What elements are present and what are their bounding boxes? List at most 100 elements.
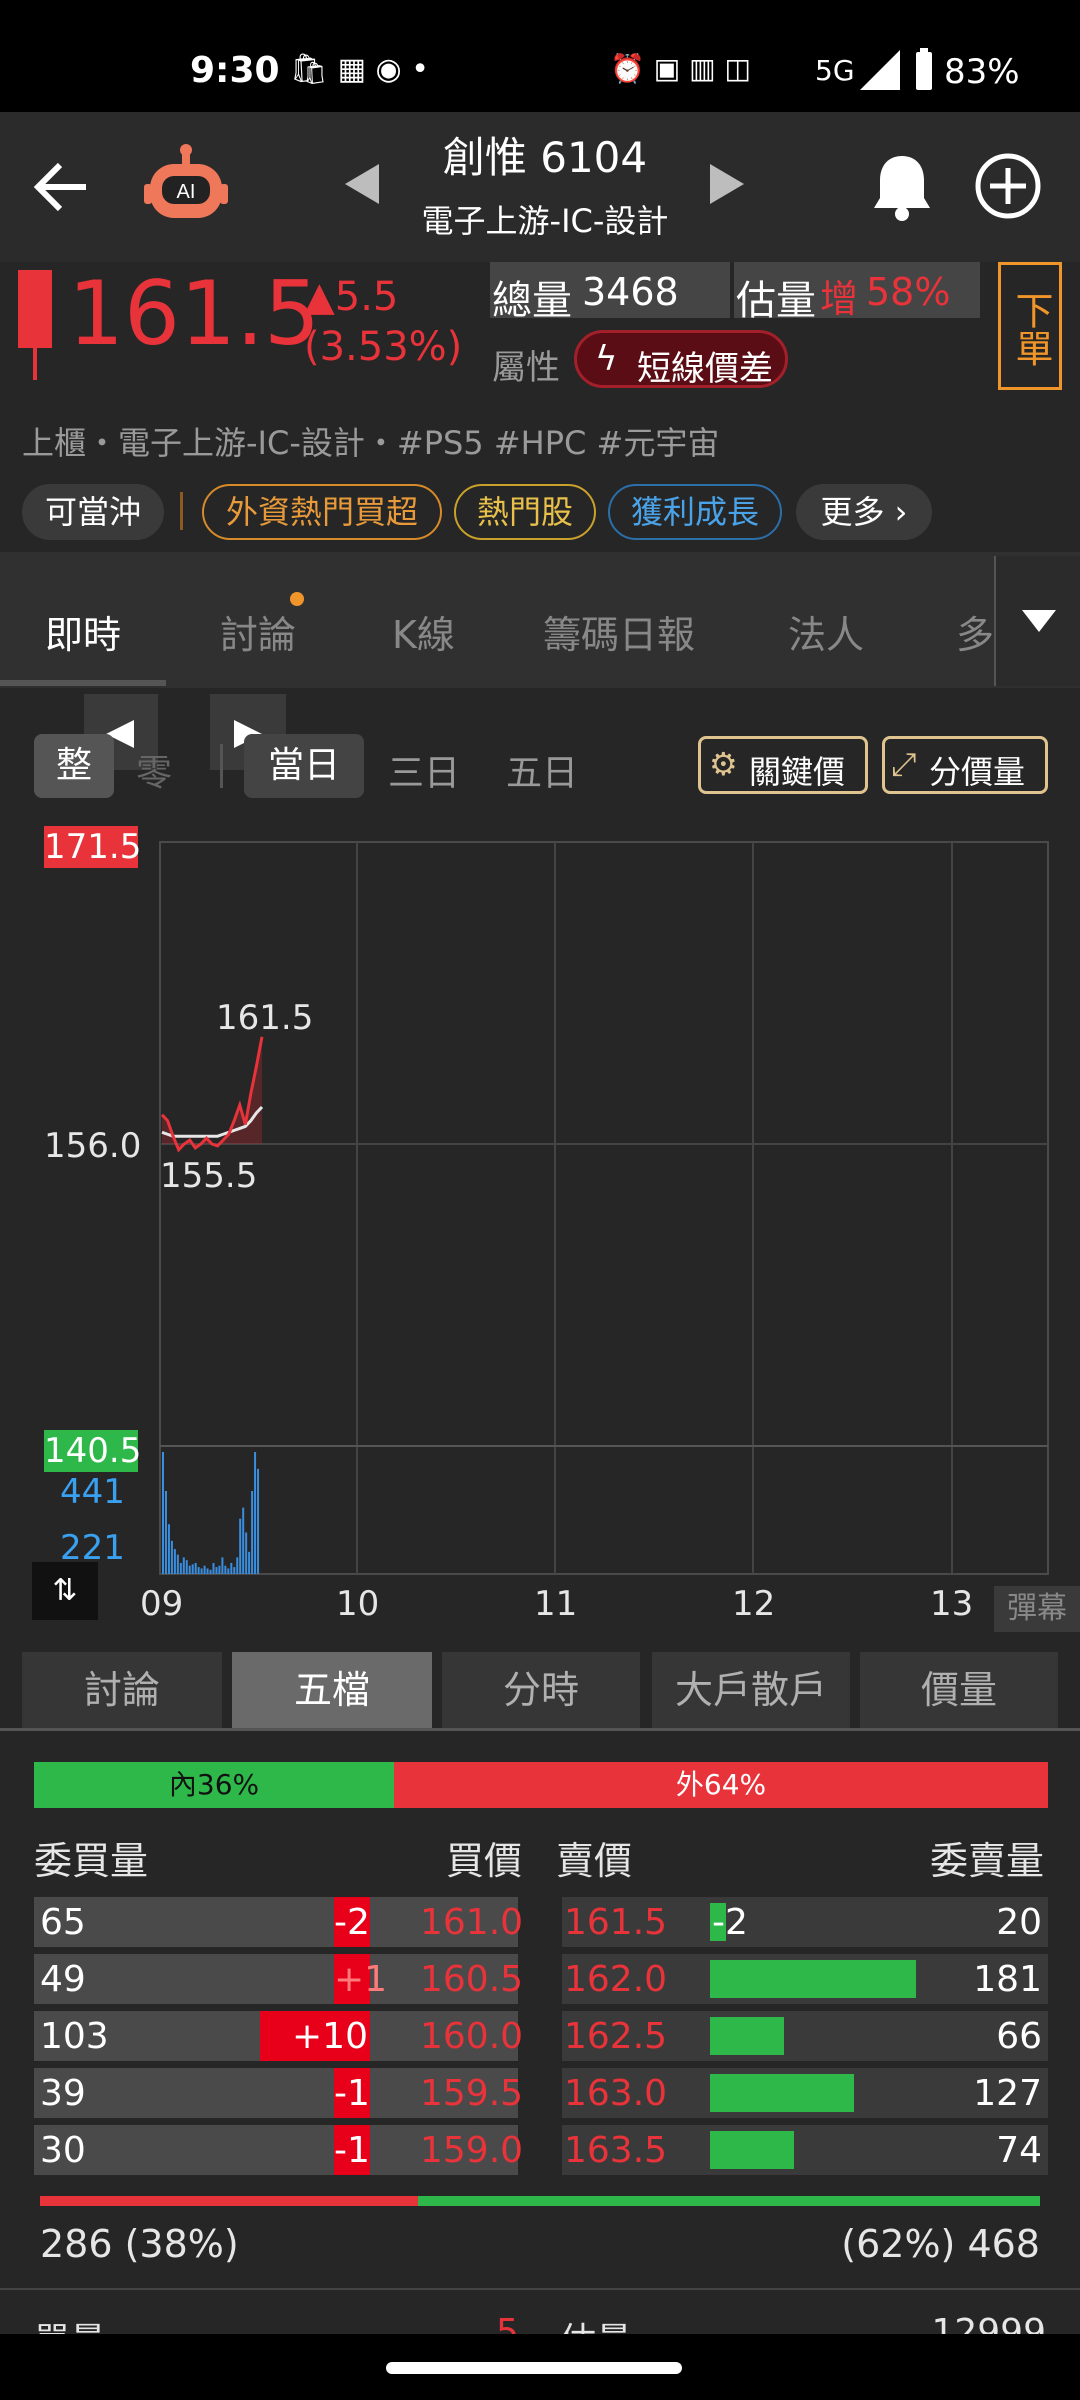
- ask-volume-bar: [710, 2131, 794, 2169]
- ask-qty: 66: [996, 2016, 1042, 2057]
- volume-bar: [179, 1562, 182, 1574]
- ask-total: (62%) 468: [841, 2222, 1040, 2266]
- battery-percent: 83%: [944, 52, 1020, 92]
- row-divider: [0, 2288, 1080, 2290]
- bid-qty: 39: [40, 2073, 86, 2114]
- volume-bar: [182, 1557, 185, 1574]
- order-book-row[interactable]: 103 +10 160.0 162.5 66: [0, 2011, 1080, 2061]
- odd-lot-toggle[interactable]: 零: [136, 744, 172, 796]
- order-book-row[interactable]: 39 -1 159.5 163.0 127: [0, 2068, 1080, 2118]
- range-five-day[interactable]: 五日: [506, 744, 578, 796]
- total-volume-box: 總量 3468: [490, 262, 730, 324]
- inner-ratio-bar: 內36%: [34, 1762, 394, 1808]
- tab-more[interactable]: 多: [956, 604, 994, 659]
- bid-price: 161.0: [420, 1902, 524, 1943]
- order-book-row[interactable]: 30 -1 159.0 163.5 74: [0, 2125, 1080, 2175]
- bid-price: 159.0: [420, 2130, 524, 2171]
- x-tick-12: 12: [732, 1584, 776, 1624]
- ask-price: 161.5: [564, 1902, 668, 1943]
- bid-change: -2: [334, 1897, 370, 1947]
- volume-bar: [236, 1557, 239, 1574]
- volume-bar: [162, 1452, 164, 1574]
- lightning-icon: ϟ: [595, 339, 618, 379]
- home-gesture-bar[interactable]: [386, 2362, 682, 2374]
- tab-discussion[interactable]: 討論: [220, 604, 296, 659]
- chip-foreign-buy[interactable]: 外資熱門買超: [202, 484, 442, 540]
- volume-bar: [191, 1564, 194, 1574]
- status-bar: 9:30 🛍 ▦ ◉ • ⏰ ▣ ▥ ◫ 5G 83%: [0, 0, 1080, 112]
- bid-change: +10: [260, 2011, 370, 2061]
- subtab-discussion[interactable]: 討論: [22, 1652, 222, 1728]
- volume-bar: [173, 1549, 176, 1574]
- add-icon[interactable]: [974, 152, 1042, 220]
- chip-more[interactable]: 更多 ›: [796, 484, 932, 540]
- tab-kline[interactable]: K線: [392, 604, 455, 659]
- ask-qty: 20: [996, 1902, 1042, 1943]
- ask-price-header: 賣價: [556, 1839, 633, 1883]
- bid-change: -1: [334, 2068, 370, 2118]
- tab-realtime[interactable]: 即時: [45, 604, 121, 659]
- key-price-button[interactable]: ⚙ 關鍵價: [698, 736, 868, 794]
- attribute-value: 短線價差: [637, 349, 773, 389]
- volume-bar: [194, 1562, 197, 1574]
- chip-profit-growth[interactable]: 獲利成長: [608, 484, 782, 540]
- order-book-row[interactable]: 49 +1 160.5 162.0 181: [0, 1954, 1080, 2004]
- ask-price: 163.5: [564, 2130, 668, 2171]
- volume-bar: [218, 1565, 221, 1574]
- key-price-label: 關鍵價: [749, 753, 846, 791]
- price-max-label: 171.5: [44, 826, 142, 868]
- svg-text:AI: AI: [177, 181, 196, 203]
- prev-stock-icon[interactable]: [345, 164, 379, 204]
- stock-tags: 上櫃・電子上游-IC-設計・#PS5 #HPC #元宇宙: [22, 424, 720, 462]
- ask-price: 162.0: [564, 1959, 668, 2000]
- subtab-big-small[interactable]: 大戶散戶: [652, 1652, 850, 1728]
- ask-volume-bar: [710, 2074, 854, 2112]
- system-icons: ⏰ ▣ ▥ ◫: [610, 52, 751, 85]
- price-volume-button[interactable]: ⤢ 分價量: [882, 736, 1048, 794]
- est-volume-up: 增: [820, 277, 859, 321]
- ask-volume-bar: [710, 1960, 916, 1998]
- range-today[interactable]: 當日: [244, 734, 364, 798]
- tab-institutional[interactable]: 法人: [788, 604, 864, 659]
- price-volume-label: 分價量: [929, 753, 1026, 791]
- volume-bar: [245, 1532, 248, 1574]
- network-label: 5G: [815, 54, 855, 87]
- volume-bar: [227, 1568, 230, 1574]
- subtab-five-levels[interactable]: 五檔: [232, 1652, 432, 1728]
- range-three-day[interactable]: 三日: [388, 744, 460, 796]
- bid-price-header: 買價: [446, 1839, 523, 1883]
- control-divider: [220, 744, 223, 788]
- price-change-pct: (3.53%): [304, 324, 463, 370]
- ai-robot-icon[interactable]: AI: [140, 140, 232, 232]
- bell-icon[interactable]: [870, 152, 934, 222]
- back-arrow-icon[interactable]: [30, 157, 90, 217]
- x-tick-09: 09: [140, 1584, 184, 1624]
- ask-qty: 181: [973, 1959, 1042, 2000]
- tab-chip-daily[interactable]: 籌碼日報: [543, 604, 695, 659]
- bid-price: 160.5: [420, 1959, 524, 2000]
- tab-expand-button[interactable]: [994, 556, 1080, 686]
- volume-bar: [233, 1567, 236, 1574]
- est-volume-pct: 58%: [866, 270, 951, 314]
- whole-lot-toggle[interactable]: 整: [34, 734, 114, 798]
- subtab-time-sales[interactable]: 分時: [442, 1652, 640, 1728]
- volume-bar: [200, 1568, 203, 1574]
- x-tick-10: 10: [336, 1584, 380, 1624]
- battery-icon: [916, 48, 932, 90]
- chip-day-trade[interactable]: 可當沖: [22, 484, 164, 540]
- volume-bar: [215, 1567, 218, 1574]
- intraday-chart[interactable]: [0, 820, 1080, 1600]
- volume-bar: [257, 1468, 260, 1574]
- order-book-row[interactable]: 65 -2 161.0 161.5 -2 20: [0, 1897, 1080, 1947]
- swap-icon[interactable]: ⇅: [32, 1562, 98, 1620]
- chip-hot-stock[interactable]: 熱門股: [454, 484, 596, 540]
- price-mid-label: 156.0: [44, 1126, 142, 1166]
- order-button[interactable]: 下單: [998, 262, 1062, 390]
- est-volume-box: 估量 增 58%: [734, 262, 980, 324]
- subtab-price-volume[interactable]: 價量: [860, 1652, 1058, 1728]
- danmu-button[interactable]: 彈幕: [994, 1586, 1080, 1632]
- ask-volume-bar: [710, 2017, 784, 2055]
- attribute-badge[interactable]: ϟ 短線價差: [574, 330, 788, 389]
- bid-total-bar: [40, 2196, 418, 2206]
- next-stock-icon[interactable]: [710, 164, 744, 204]
